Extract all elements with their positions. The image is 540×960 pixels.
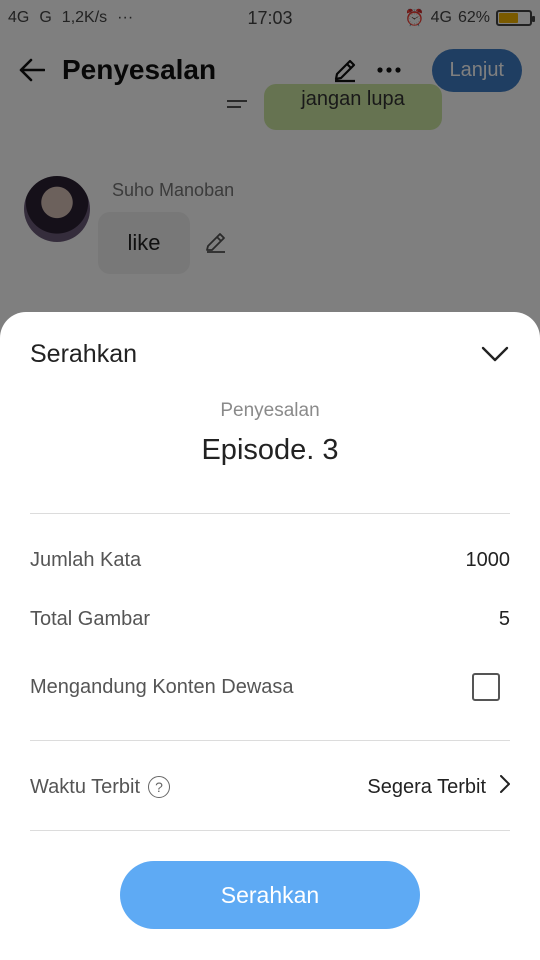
divider (30, 513, 510, 514)
submit-button[interactable]: Serahkan (120, 861, 420, 929)
images-label: Total Gambar (30, 607, 151, 630)
episode-title: Episode. 3 (201, 434, 339, 466)
publish-time-row[interactable]: Waktu Terbit ? Segera Terbit (30, 767, 510, 807)
divider (30, 830, 510, 831)
publish-time-label: Waktu Terbit (30, 775, 141, 798)
divider (30, 740, 510, 741)
images-row: Total Gambar 5 (30, 599, 510, 639)
word-count-row: Jumlah Kata 1000 (30, 540, 510, 580)
adult-content-label: Mengandung Konten Dewasa (30, 675, 294, 698)
publish-time-value: Segera Terbit (367, 775, 486, 798)
help-icon[interactable]: ? (148, 776, 171, 798)
word-count-label: Jumlah Kata (30, 548, 142, 571)
story-name: Penyesalan (220, 400, 320, 421)
sheet-title: Serahkan (30, 339, 138, 368)
chevron-right-icon (500, 775, 510, 799)
submit-sheet: Serahkan Penyesalan Episode. 3 Jumlah Ka… (0, 312, 540, 960)
adult-content-checkbox[interactable] (472, 673, 500, 701)
word-count-value: 1000 (465, 548, 511, 571)
images-value: 5 (498, 607, 510, 630)
chevron-down-icon[interactable] (480, 339, 510, 369)
adult-content-row: Mengandung Konten Dewasa (30, 667, 510, 707)
